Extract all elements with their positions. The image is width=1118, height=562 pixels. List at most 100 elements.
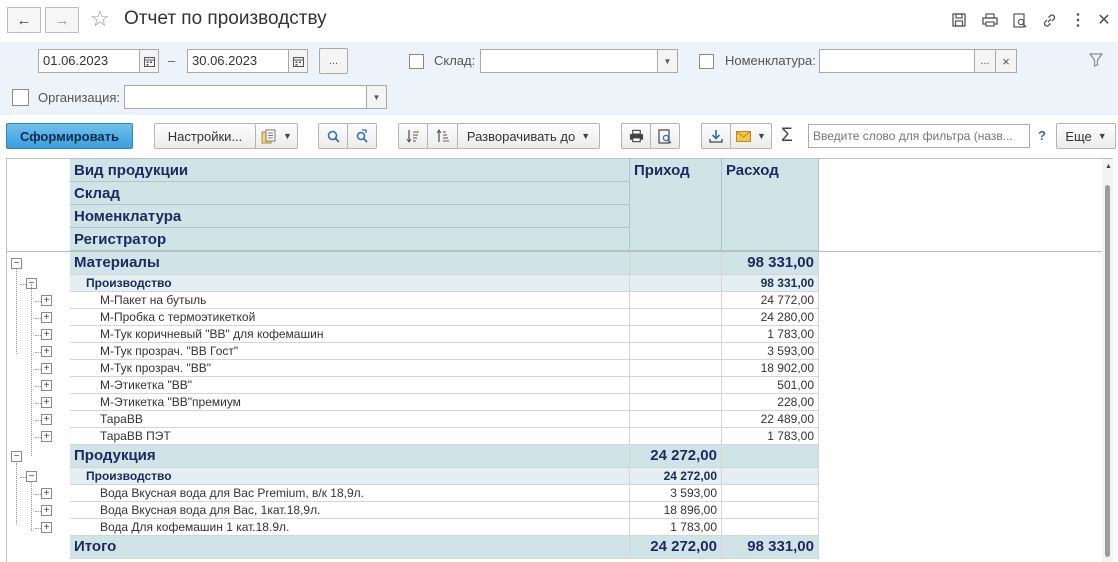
back-button[interactable]: ← (7, 7, 41, 33)
organization-input[interactable] (124, 85, 367, 109)
nomenclature-label: Номенклатура: (725, 53, 816, 68)
report-spreadsheet[interactable]: Вид продукции Склад Номенклатура Регистр… (6, 158, 1113, 562)
favorite-star-icon[interactable]: ☆ (90, 6, 110, 32)
collapse-all-button[interactable] (398, 123, 428, 149)
settings-button[interactable]: Настройки... (154, 123, 256, 149)
table-row[interactable]: ТараВВ 22 489,00 (70, 411, 819, 428)
sum-icon[interactable]: Σ (781, 125, 793, 147)
expand-to-label: Разворачивать до (466, 128, 576, 144)
collapse-toggle-icon[interactable]: − (11, 258, 22, 269)
table-row[interactable]: Продукция 24 272,00 (70, 445, 819, 468)
warehouse-label: Склад: (434, 53, 476, 68)
vertical-scrollbar[interactable]: ▲ (1102, 159, 1113, 562)
preview-icon[interactable] (1009, 9, 1031, 31)
help-icon[interactable]: ? (1038, 128, 1046, 143)
row-expense-cell: 18 902,00 (722, 360, 819, 376)
date-from-input[interactable]: 01.06.2023 (38, 49, 140, 73)
tree-connector (35, 403, 41, 404)
expand-all-button[interactable] (427, 123, 458, 149)
nomenclature-checkbox[interactable] (699, 54, 714, 69)
generate-button[interactable]: Сформировать (6, 123, 133, 149)
organization-checkbox[interactable] (12, 89, 29, 106)
expand-toggle-icon[interactable]: + (41, 363, 52, 374)
expand-toggle-icon[interactable]: + (41, 397, 52, 408)
table-row[interactable]: М-Этикетка "ВВ" 501,00 (70, 377, 819, 394)
variant-button[interactable]: ▼ (255, 123, 298, 149)
expand-toggle-icon[interactable]: + (41, 522, 52, 533)
calendar-icon (292, 56, 304, 67)
calendar-to-button[interactable] (288, 49, 308, 73)
organization-label: Организация: (38, 90, 121, 105)
scroll-up-arrow-icon[interactable]: ▲ (1105, 163, 1112, 170)
row-expense-cell (722, 445, 819, 467)
total-row[interactable]: Итого 24 272,00 98 331,00 (70, 536, 819, 559)
table-row[interactable]: М-Пакет на бутыль 24 772,00 (70, 292, 819, 309)
more-icon[interactable]: ⋮ (1067, 9, 1089, 31)
filter-search-input[interactable] (808, 124, 1030, 148)
period-select-button[interactable]: ... (319, 48, 348, 74)
expand-toggle-icon[interactable]: + (41, 505, 52, 516)
link-icon[interactable] (1038, 9, 1060, 31)
more-button[interactable]: Еще ▼ (1056, 123, 1116, 149)
expand-toggle-icon[interactable]: + (41, 312, 52, 323)
expand-toggle-icon[interactable]: + (41, 295, 52, 306)
search-button[interactable] (318, 123, 348, 149)
row-income-cell (630, 275, 722, 291)
table-row[interactable]: Вода Вкусная вода для Вас, 1кат.18,9л. 18… (70, 502, 819, 519)
expand-toggle-icon[interactable]: + (41, 380, 52, 391)
table-row[interactable]: М-Пробка с термоэтикеткой 24 280,00 (70, 309, 819, 326)
table-row[interactable]: М-Тук коричневый "ВВ" для кофемашин 1 783… (70, 326, 819, 343)
row-name-cell: Производство (70, 275, 630, 291)
table-row[interactable]: Вода Для кофемашин 1 кат.18.9л. 1 783,00 (70, 519, 819, 536)
tree-connector (35, 301, 41, 302)
scroll-thumb[interactable] (1105, 185, 1110, 557)
table-row[interactable]: Производство 98 331,00 (70, 275, 819, 292)
save-to-file-button[interactable] (701, 123, 731, 149)
table-row[interactable]: Материалы 98 331,00 (70, 252, 819, 275)
expand-toggle-icon[interactable]: + (41, 414, 52, 425)
table-row[interactable]: М-Тук прозрач. "ВВ" 18 902,00 (70, 360, 819, 377)
warehouse-checkbox[interactable] (409, 54, 424, 69)
nomenclature-select-button[interactable]: ... (974, 49, 996, 73)
organization-dropdown-button[interactable]: ▼ (366, 85, 387, 109)
row-income-cell (630, 326, 722, 342)
table-row[interactable]: Производство 24 272,00 (70, 468, 819, 485)
row-name-cell: ТараВВ (70, 411, 630, 427)
preview-button[interactable] (650, 123, 680, 149)
print-button[interactable] (621, 123, 651, 149)
row-income-cell: 24 272,00 (630, 468, 722, 484)
table-row[interactable]: М-Этикетка "ВВ"премиум 228,00 (70, 394, 819, 411)
date-to-input[interactable]: 30.06.2023 (187, 49, 289, 73)
row-income-cell (630, 411, 722, 427)
filter-funnel-icon[interactable] (1088, 53, 1104, 70)
close-icon[interactable]: ✕ (1093, 9, 1115, 31)
table-row[interactable]: ТараВВ ПЭТ 1 783,00 (70, 428, 819, 445)
warehouse-dropdown-button[interactable]: ▼ (657, 49, 678, 73)
row-income-cell (630, 360, 722, 376)
table-row[interactable]: М-Тук прозрач. "ВВ Гост" 3 593,00 (70, 343, 819, 360)
send-email-button[interactable]: ▼ (730, 123, 772, 149)
search-next-button[interactable] (347, 123, 377, 149)
nomenclature-input[interactable] (819, 49, 975, 73)
print-icon[interactable] (979, 9, 1001, 31)
table-row[interactable]: Вода Вкусная вода для Вас Premium, в/к 1… (70, 485, 819, 502)
more-label: Еще (1065, 128, 1092, 144)
forward-button[interactable]: → (45, 7, 79, 33)
row-name-cell: Вода Для кофемашин 1 кат.18.9л. (70, 519, 630, 535)
header-grouping-1: Вид продукции (70, 159, 630, 182)
warehouse-input[interactable] (480, 49, 658, 73)
calendar-from-button[interactable] (139, 49, 159, 73)
row-income-cell: 1 783,00 (630, 519, 722, 535)
expand-toggle-icon[interactable]: + (41, 346, 52, 357)
expand-toggle-icon[interactable]: + (41, 329, 52, 340)
expand-toggle-icon[interactable]: + (41, 488, 52, 499)
nomenclature-clear-button[interactable]: × (995, 49, 1017, 73)
report-variant-icon (261, 129, 276, 143)
collapse-toggle-icon[interactable]: − (11, 451, 22, 462)
header-income: Приход (630, 159, 722, 251)
save-icon[interactable] (948, 9, 970, 31)
expand-to-dropdown[interactable]: Разворачивать до ▼ (457, 123, 600, 149)
row-name-cell: Итого (70, 536, 630, 558)
expand-toggle-icon[interactable]: + (41, 431, 52, 442)
tree-connector (35, 352, 41, 353)
